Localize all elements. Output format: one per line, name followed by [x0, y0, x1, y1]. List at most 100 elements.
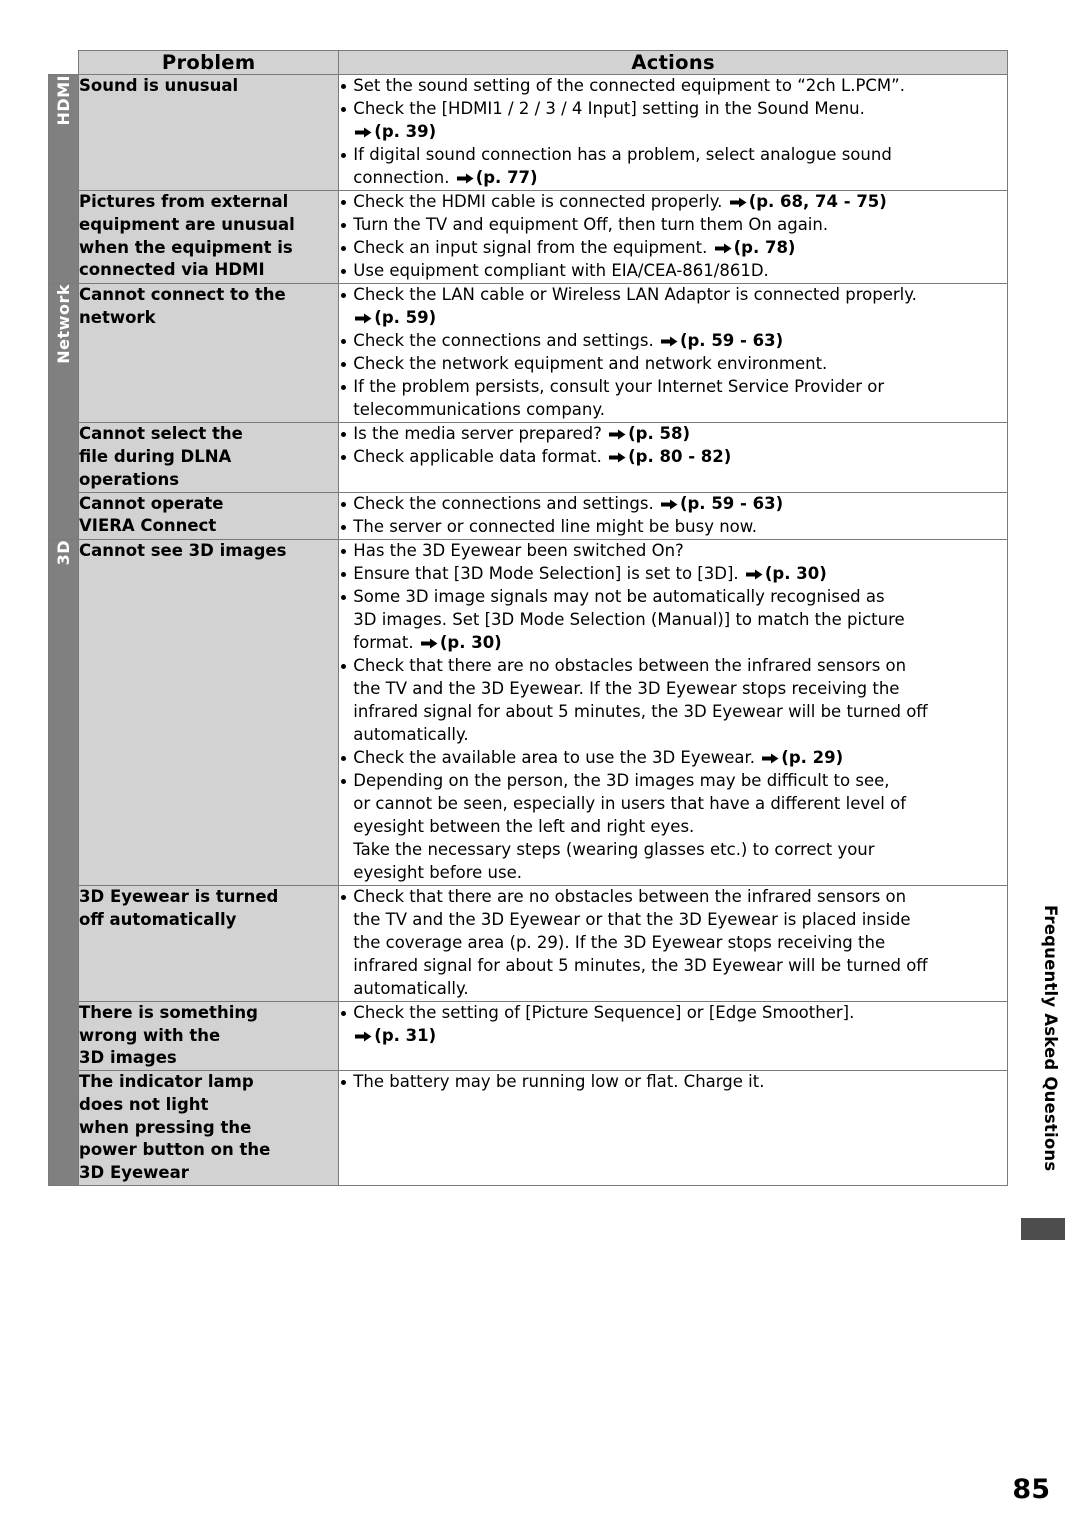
problem-cell: The indicator lamp does not light when pre… — [78, 1070, 340, 1186]
page-reference: (p. 59 - 63) — [679, 493, 784, 513]
action-item: If digital sound connection has a proble… — [339, 144, 1007, 166]
action-text: Check the network equipment and network … — [353, 354, 828, 374]
page-reference: (p. 59) — [374, 308, 437, 328]
action-item-continuation: automatically. — [339, 724, 1007, 746]
action-item: Check the connections and settings. (p. … — [339, 493, 1007, 515]
reference-arrow-icon — [660, 336, 678, 347]
problem-cell: Sound is unusual — [78, 73, 340, 192]
action-item-continuation: the coverage area (p. 29). If the 3D Eye… — [339, 932, 1007, 954]
actions-list: Check the setting of [Picture Sequence] … — [339, 1002, 1007, 1047]
action-text: format. — [353, 632, 419, 652]
problem-line: file during DLNA — [79, 447, 232, 466]
actions-cell: Check the connections and settings. (p. … — [338, 491, 1008, 540]
actions-cell: Check the LAN cable or Wireless LAN Adap… — [338, 283, 1008, 424]
action-text: Check the LAN cable or Wireless LAN Adap… — [353, 285, 917, 305]
action-item: Check the setting of [Picture Sequence] … — [339, 1002, 1007, 1024]
action-item: Some 3D image signals may not be automat… — [339, 586, 1007, 608]
action-item: The battery may be running low or flat. … — [339, 1071, 1007, 1093]
action-text: Check the connections and settings. — [353, 331, 659, 351]
section-caption: Frequently Asked Questions — [1041, 905, 1060, 1172]
action-item-continuation: telecommunications company. — [339, 399, 1007, 421]
table-row: Network Cannot connect to the network Check… — [47, 283, 1008, 540]
actions-cell: Has the 3D Eyewear been switched On? Ensu… — [338, 538, 1008, 886]
table-row: HDMI Sound is unusual Set the sound settin… — [47, 73, 1008, 285]
action-text: Depending on the person, the 3D images m… — [353, 770, 890, 790]
problem-cell: 3D Eyewear is turned off automatically — [78, 884, 340, 1002]
action-text: If digital sound connection has a proble… — [353, 145, 892, 165]
table-row: The indicator lamp does not light when pre… — [49, 1070, 1008, 1186]
action-text: The server or connected line might be bu… — [353, 516, 757, 536]
actions-cell: Is the media server prepared? (p. 58) Che… — [338, 422, 1008, 493]
action-item: Turn the TV and equipment Off, then turn… — [339, 214, 1007, 236]
action-text: infrared signal for about 5 minutes, the… — [353, 701, 928, 721]
reference-arrow-icon — [729, 197, 747, 208]
action-item-continuation: the TV and the 3D Eyewear. If the 3D Eye… — [339, 678, 1007, 700]
problem-line: wrong with the — [79, 1025, 221, 1045]
section-tab-3d: 3D — [47, 538, 80, 1187]
reference-arrow-icon — [609, 452, 626, 463]
action-text: automatically. — [353, 978, 469, 998]
problem-cell: Cannot connect to the network — [78, 283, 340, 424]
action-text: Check applicable data format. — [353, 447, 608, 467]
actions-cell: Check that there are no obstacles betwee… — [338, 884, 1008, 1002]
page-reference: (p. 59 - 63) — [679, 331, 784, 351]
problem-line: 3D Eyewear is turned — [79, 886, 279, 906]
action-text: the TV and the 3D Eyewear. If the 3D Eye… — [353, 678, 900, 698]
action-text: the coverage area (p. 29). If the 3D Eye… — [353, 932, 886, 952]
page-reference: (p. 31) — [374, 1025, 437, 1045]
section-tab-hdmi: HDMI — [47, 73, 80, 285]
action-text: eyesight between the left and right eyes… — [353, 816, 695, 836]
action-text: Check the setting of [Picture Sequence] … — [353, 1002, 855, 1022]
problem-cell: Cannot select the file during DLNA operati… — [78, 422, 340, 493]
action-item: The server or connected line might be bu… — [339, 516, 1007, 538]
problem-line: does not light — [79, 1094, 209, 1114]
problem-line: 3D Eyewear — [79, 1163, 189, 1183]
page-edge-marker — [1021, 1218, 1065, 1240]
action-item-continuation: infrared signal for about 5 minutes, the… — [339, 955, 1007, 977]
problem-cell: Pictures from external equipment are unus… — [78, 190, 340, 285]
page-reference: (p. 30) — [764, 563, 827, 583]
faq-table: Problem Actions HDMI Sound is unusual Set … — [47, 50, 1008, 1187]
problem-line: connected via HDMI — [79, 260, 265, 280]
page-reference: (p. 29) — [781, 747, 844, 767]
reference-arrow-icon — [609, 429, 626, 440]
page-reference: (p. 30) — [439, 632, 502, 652]
table-row: Cannot operate VIERA Connect Check the con… — [49, 491, 1008, 540]
action-text: Check the HDMI cable is connected proper… — [353, 192, 728, 212]
action-text: Has the 3D Eyewear been switched On? — [353, 540, 684, 560]
action-text: Check an input signal from the equipment… — [353, 238, 713, 258]
action-item: Depending on the person, the 3D images m… — [339, 770, 1007, 792]
action-item: Check that there are no obstacles betwee… — [339, 886, 1007, 908]
table-row: Cannot select the file during DLNA operati… — [49, 422, 1008, 493]
action-text: eyesight before use. — [353, 862, 522, 882]
action-text: automatically. — [353, 724, 469, 744]
page-reference: (p. 77) — [475, 168, 538, 188]
action-item: Check the network equipment and network … — [339, 353, 1007, 375]
problem-line: The indicator lamp — [79, 1072, 254, 1092]
page-number: 85 — [1012, 1474, 1050, 1505]
actions-cell: Check the setting of [Picture Sequence] … — [338, 1000, 1008, 1072]
reference-arrow-icon — [355, 127, 372, 138]
action-text: Some 3D image signals may not be automat… — [353, 586, 885, 606]
action-item-continuation: or cannot be seen, especially in users t… — [339, 793, 1007, 815]
action-text: or cannot be seen, especially in users t… — [353, 793, 907, 813]
action-item-continuation: eyesight before use. — [339, 862, 1007, 884]
action-item-continuation: format. (p. 30) — [339, 632, 1007, 654]
action-text: If the problem persists, consult your In… — [353, 377, 885, 397]
section-tab-network: Network — [47, 283, 80, 540]
actions-list: Set the sound setting of the connected e… — [339, 75, 1007, 189]
action-item: Check an input signal from the equipment… — [339, 237, 1007, 259]
actions-list: The battery may be running low or flat. … — [339, 1071, 1007, 1093]
action-text: Check that there are no obstacles betwee… — [353, 886, 907, 906]
action-item-continuation: connection. (p. 77) — [339, 167, 1007, 189]
problem-line: off automatically — [79, 909, 237, 929]
actions-list: Check the connections and settings. (p. … — [339, 493, 1007, 538]
problem-line: operations — [79, 469, 180, 489]
action-text: 3D images. Set [3D Mode Selection (Manua… — [353, 609, 905, 629]
table-row: 3D Eyewear is turned off automatically Che… — [49, 884, 1008, 1002]
problem-cell: Cannot operate VIERA Connect — [78, 491, 340, 540]
problem-line: Sound is unusual — [79, 76, 239, 95]
action-item: Set the sound setting of the connected e… — [339, 75, 1007, 97]
reference-arrow-icon — [355, 313, 372, 324]
action-item: Is the media server prepared? (p. 58) — [339, 423, 1007, 445]
